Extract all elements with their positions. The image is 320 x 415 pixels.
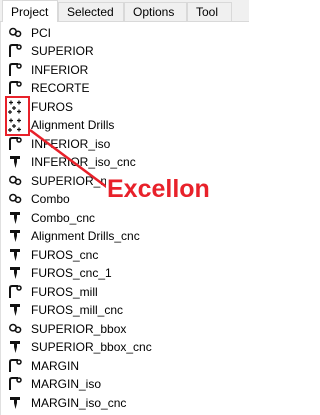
annotation-arrow-line [29,128,109,190]
tab-label: Project [11,5,49,19]
annotation-label: Excellon [106,174,211,204]
tab-project[interactable]: Project [2,0,58,22]
